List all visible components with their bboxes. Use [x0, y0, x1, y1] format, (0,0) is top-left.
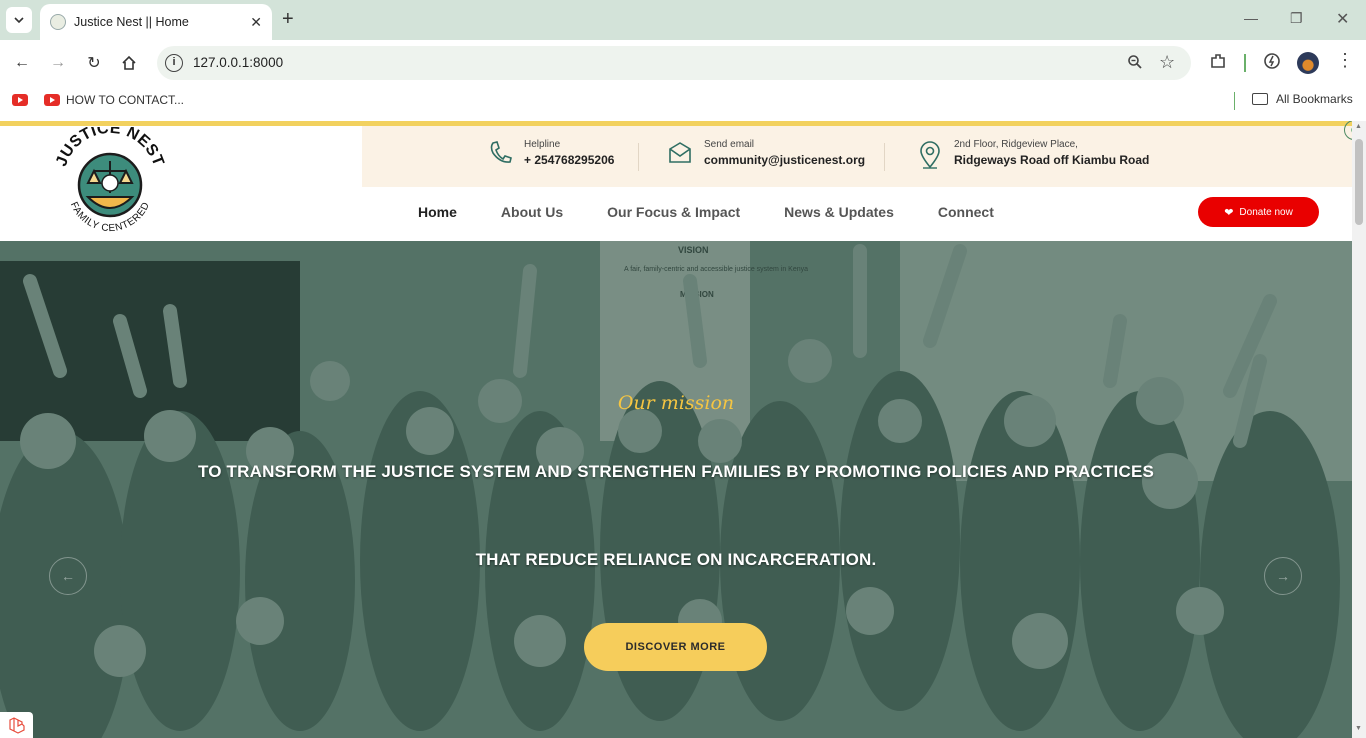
toolbar-divider: [1244, 54, 1246, 72]
scroll-thumb[interactable]: [1355, 139, 1363, 225]
email-label: Send email: [704, 139, 755, 150]
browser-toolbar: ← → ↻ i 127.0.0.1:8000 ☆ ⋮: [0, 40, 1366, 86]
site-favicon-icon: [50, 14, 66, 30]
nav-home[interactable]: Home: [418, 204, 457, 220]
hero-headline-line-2: THAT REDUCE RELIANCE ON INCARCERATION.: [475, 550, 877, 569]
hero-slider: VISION A fair, family-centric and access…: [0, 241, 1352, 738]
hero-headline-line-1: TO TRANSFORM THE JUSTICE SYSTEM AND STRE…: [197, 462, 1155, 481]
tab-close-icon[interactable]: ✕: [250, 14, 262, 31]
helpline-block[interactable]: Helpline + 254768295206: [488, 139, 614, 167]
restore-button[interactable]: ❐: [1290, 10, 1303, 27]
info-divider: [884, 143, 885, 171]
email-address: community@justicenest.org: [704, 153, 866, 167]
bookmarks-bar: HOW TO CONTACT... All Bookmarks: [0, 86, 1366, 122]
arrow-right-icon: →: [1276, 568, 1290, 584]
helpline-number: + 254768295206: [524, 153, 615, 167]
nav-our-focus-impact[interactable]: Our Focus & Impact: [607, 204, 740, 220]
back-button[interactable]: ←: [11, 52, 33, 74]
nav-about-us[interactable]: About Us: [501, 204, 563, 220]
bookmarks-divider: [1234, 92, 1235, 110]
email-block[interactable]: Send email community@justicenest.org: [668, 139, 865, 167]
window-close-button[interactable]: ✕: [1336, 9, 1349, 29]
scroll-up-arrow[interactable]: ▲: [1355, 123, 1362, 130]
laravel-icon: [8, 717, 25, 734]
nav-connect[interactable]: Connect: [938, 204, 994, 220]
location-marker-icon: [1344, 121, 1352, 140]
address-line-2: Ridgeways Road off Kiambu Road: [954, 153, 1150, 167]
slider-prev-button[interactable]: ←: [49, 557, 87, 595]
url-text: 127.0.0.1:8000: [193, 55, 284, 70]
browser-menu-icon[interactable]: ⋮: [1336, 50, 1354, 71]
map-pin-icon: [920, 141, 940, 169]
donate-button[interactable]: ❤ Donate now: [1198, 197, 1319, 227]
all-bookmarks-button[interactable]: All Bookmarks: [1252, 92, 1353, 106]
chevron-down-icon: [14, 17, 24, 24]
arrow-left-icon: ←: [61, 568, 75, 584]
youtube-bookmark-icon[interactable]: [12, 94, 28, 106]
main-navigation: Home About Us Our Focus & Impact News & …: [418, 204, 1038, 220]
reload-button[interactable]: ↻: [83, 52, 105, 74]
page-scrollbar[interactable]: ▲ ▼: [1352, 121, 1366, 738]
extensions-icon[interactable]: [1209, 52, 1227, 75]
browser-tab-bar: Justice Nest || Home ✕ + — ❐ ✕: [0, 0, 1366, 40]
folder-icon: [1252, 93, 1268, 105]
helpline-label: Helpline: [524, 139, 561, 150]
contact-info-strip: Helpline + 254768295206 Send email commu…: [362, 121, 1352, 187]
discover-more-button[interactable]: DISCOVER MORE: [584, 623, 767, 671]
browser-tab[interactable]: Justice Nest || Home ✕: [40, 4, 272, 40]
bookmark-star-icon[interactable]: ☆: [1159, 52, 1175, 73]
performance-icon[interactable]: [1263, 52, 1281, 75]
profile-avatar[interactable]: [1297, 52, 1319, 74]
hero-eyebrow: Our mission: [617, 392, 735, 414]
address-bar[interactable]: i 127.0.0.1:8000 ☆: [157, 46, 1191, 80]
scroll-down-arrow[interactable]: ▼: [1355, 725, 1362, 732]
email-icon: [669, 142, 691, 163]
home-button[interactable]: [118, 52, 140, 74]
address-block: 2nd Floor, Ridgeview Place, Ridgeways Ro…: [918, 139, 1149, 171]
all-bookmarks-label: All Bookmarks: [1276, 92, 1353, 106]
debugbar-toggle[interactable]: [0, 712, 33, 738]
heart-icon: ❤: [1224, 206, 1234, 219]
bookmark-how-to-contact[interactable]: HOW TO CONTACT...: [66, 93, 184, 107]
site-info-icon[interactable]: i: [165, 54, 183, 72]
info-divider: [638, 143, 639, 171]
home-icon: [122, 55, 136, 70]
new-tab-button[interactable]: +: [282, 8, 294, 31]
youtube-icon: [44, 94, 60, 106]
tab-search-button[interactable]: [6, 7, 32, 33]
slider-next-button[interactable]: →: [1264, 557, 1302, 595]
nav-news-updates[interactable]: News & Updates: [784, 204, 894, 220]
zoom-icon[interactable]: [1127, 54, 1143, 75]
phone-icon: [490, 141, 512, 163]
web-page: JUSTICE NEST FAMILY CENTERED Helpline + …: [0, 121, 1352, 738]
minimize-button[interactable]: —: [1244, 10, 1258, 26]
tab-title: Justice Nest || Home: [74, 15, 189, 29]
forward-button[interactable]: →: [47, 52, 69, 74]
address-line-1: 2nd Floor, Ridgeview Place,: [954, 139, 1078, 150]
justice-nest-logo[interactable]: JUSTICE NEST FAMILY CENTERED: [52, 127, 168, 239]
donate-label: Donate now: [1239, 206, 1293, 218]
